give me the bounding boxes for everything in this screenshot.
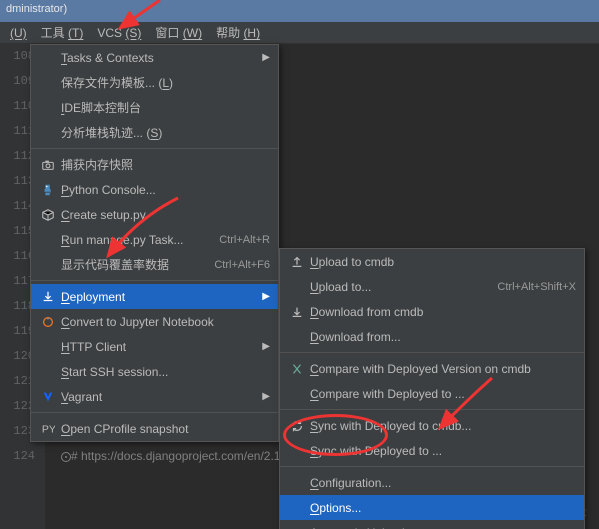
menu-item-label: 保存文件为模板... (L) bbox=[61, 74, 270, 91]
menu-item-label: Sync with Deployed to ... bbox=[310, 444, 576, 458]
tools-item[interactable]: Tasks & Contexts ▶ bbox=[31, 45, 278, 70]
menu-item-label: HTTP Client bbox=[61, 340, 256, 354]
menu-item-label: Download from... bbox=[310, 330, 576, 344]
menu-item-label: Vagrant bbox=[61, 390, 256, 404]
svg-text:PY: PY bbox=[42, 423, 55, 435]
menu-item-label: Upload to cmdb bbox=[310, 255, 576, 269]
menu-item-label: Download from cmdb bbox=[310, 305, 576, 319]
deployment-item[interactable]: Automatic Upload bbox=[280, 520, 584, 529]
menu-vcs[interactable]: VCS (S) bbox=[91, 24, 147, 42]
deploy-icon bbox=[35, 290, 61, 304]
menu-item-label: Open CProfile snapshot bbox=[61, 422, 270, 436]
line-number: 124 bbox=[0, 444, 45, 469]
tools-menu: Tasks & Contexts ▶ 保存文件为模板... (L) IDE脚本控制台分… bbox=[30, 44, 279, 442]
separator bbox=[280, 409, 584, 410]
camera-icon bbox=[35, 158, 61, 172]
separator bbox=[31, 280, 278, 281]
menu-item-label: Run manage.py Task... bbox=[61, 233, 211, 247]
tools-item[interactable]: IDE脚本控制台 bbox=[31, 95, 278, 120]
tools-item[interactable]: 捕获内存快照 bbox=[31, 152, 278, 177]
menu-u[interactable]: (U) bbox=[4, 24, 33, 42]
vagrant-icon bbox=[35, 390, 61, 404]
separator bbox=[31, 148, 278, 149]
tools-item[interactable]: Vagrant ▶ bbox=[31, 384, 278, 409]
package-icon bbox=[35, 208, 61, 222]
menu-item-label: Compare with Deployed Version on cmdb bbox=[310, 362, 576, 376]
python-icon bbox=[35, 183, 61, 197]
sync-icon bbox=[284, 419, 310, 433]
shortcut: Ctrl+Alt+Shift+X bbox=[497, 281, 576, 293]
ide-window: dministrator) (U) 工具 (T) VCS (S) 窗口 (W) … bbox=[0, 0, 599, 529]
deployment-item[interactable]: Download from cmdb bbox=[280, 299, 584, 324]
deployment-item[interactable]: Upload to cmdb bbox=[280, 249, 584, 274]
separator bbox=[280, 352, 584, 353]
tools-item[interactable]: Start SSH session... bbox=[31, 359, 278, 384]
deployment-item[interactable]: Compare with Deployed Version on cmdb bbox=[280, 356, 584, 381]
menu-item-label: Deployment bbox=[61, 290, 256, 304]
deployment-item[interactable]: Sync with Deployed to cmdb... bbox=[280, 413, 584, 438]
menu-item-label: Options... bbox=[310, 501, 576, 515]
shortcut: Ctrl+Alt+F6 bbox=[214, 259, 270, 271]
menu-item-label: 显示代码覆盖率数据 bbox=[61, 256, 206, 273]
deployment-item[interactable]: Compare with Deployed to ... bbox=[280, 381, 584, 406]
menu-item-label: Automatic Upload bbox=[310, 526, 576, 529]
menu-item-label: Tasks & Contexts bbox=[61, 51, 256, 65]
menu-item-label: Configuration... bbox=[310, 476, 576, 490]
menu-item-label: Start SSH session... bbox=[61, 365, 270, 379]
deployment-item[interactable]: Download from... bbox=[280, 324, 584, 349]
menu-item-label: Compare with Deployed to ... bbox=[310, 387, 576, 401]
menubar: (U) 工具 (T) VCS (S) 窗口 (W) 帮助 (H) bbox=[0, 22, 599, 44]
upload-icon bbox=[284, 255, 310, 269]
download-icon bbox=[284, 305, 310, 319]
deployment-item[interactable]: Options... bbox=[280, 495, 584, 520]
menu-item-label: Create setup.py bbox=[61, 208, 270, 222]
shortcut: Ctrl+Alt+R bbox=[219, 234, 270, 246]
menu-tools[interactable]: 工具 (T) bbox=[35, 22, 90, 43]
separator bbox=[31, 412, 278, 413]
deployment-item[interactable]: Upload to... Ctrl+Alt+Shift+X bbox=[280, 274, 584, 299]
submenu-arrow-icon: ▶ bbox=[262, 391, 270, 402]
tools-item[interactable]: 保存文件为模板... (L) bbox=[31, 70, 278, 95]
submenu-arrow-icon: ▶ bbox=[262, 291, 270, 302]
deployment-item[interactable]: Sync with Deployed to ... bbox=[280, 438, 584, 463]
submenu-arrow-icon: ▶ bbox=[262, 52, 270, 63]
menu-window[interactable]: 窗口 (W) bbox=[149, 22, 208, 43]
titlebar: dministrator) bbox=[0, 0, 599, 22]
menu-item-label: IDE脚本控制台 bbox=[61, 99, 270, 116]
tools-item[interactable]: Convert to Jupyter Notebook bbox=[31, 309, 278, 334]
deployment-submenu: Upload to cmdb Upload to... Ctrl+Alt+Shift… bbox=[279, 248, 585, 529]
py-icon: PY bbox=[35, 422, 61, 436]
menu-item-label: Convert to Jupyter Notebook bbox=[61, 315, 270, 329]
tools-item[interactable]: PY Open CProfile snapshot bbox=[31, 416, 278, 441]
menu-item-label: 捕获内存快照 bbox=[61, 156, 270, 173]
breakpoint-icon bbox=[61, 452, 71, 462]
tools-item[interactable]: Create setup.py bbox=[31, 202, 278, 227]
tools-item[interactable]: Python Console... bbox=[31, 177, 278, 202]
compare-icon bbox=[284, 362, 310, 376]
jupyter-icon bbox=[35, 315, 61, 329]
menu-item-label: Sync with Deployed to cmdb... bbox=[310, 419, 576, 433]
separator bbox=[280, 466, 584, 467]
tools-item[interactable]: Deployment ▶ bbox=[31, 284, 278, 309]
menu-item-label: 分析堆栈轨迹... (S) bbox=[61, 124, 270, 141]
submenu-arrow-icon: ▶ bbox=[262, 341, 270, 352]
tools-item[interactable]: 显示代码覆盖率数据 Ctrl+Alt+F6 bbox=[31, 252, 278, 277]
menu-help[interactable]: 帮助 (H) bbox=[210, 22, 266, 43]
menu-item-label: Python Console... bbox=[61, 183, 270, 197]
deployment-item[interactable]: Configuration... bbox=[280, 470, 584, 495]
tools-item[interactable]: 分析堆栈轨迹... (S) bbox=[31, 120, 278, 145]
menu-item-label: Upload to... bbox=[310, 280, 489, 294]
tools-item[interactable]: HTTP Client ▶ bbox=[31, 334, 278, 359]
tools-item[interactable]: Run manage.py Task... Ctrl+Alt+R bbox=[31, 227, 278, 252]
